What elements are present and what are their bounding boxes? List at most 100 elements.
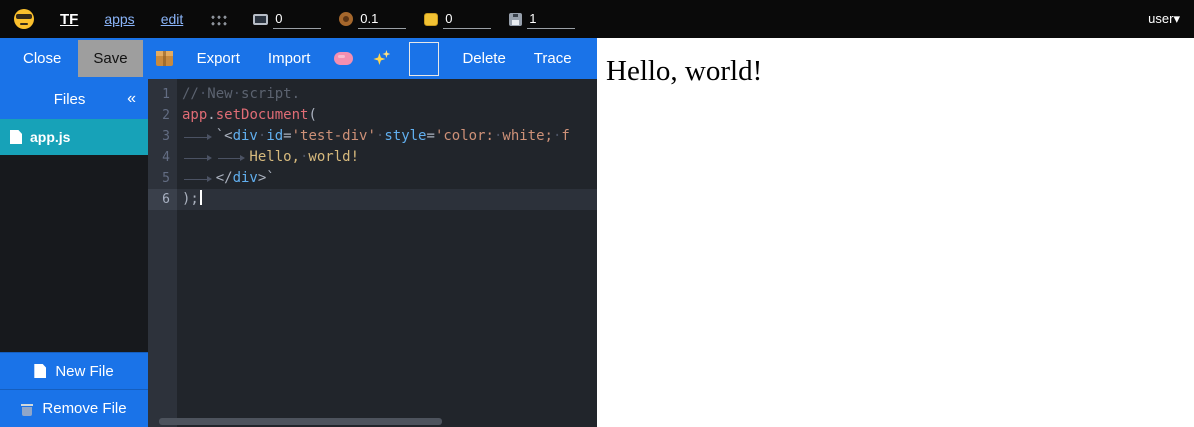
code-token: . — [207, 107, 215, 123]
preview-pane: Hello, world! — [597, 38, 1194, 427]
code-line[interactable]: 4Hello,·world! — [148, 147, 597, 168]
tab-marker — [182, 168, 216, 189]
counter — [424, 9, 491, 29]
code-token: </ — [216, 170, 233, 186]
code-token: f — [561, 128, 569, 144]
horizontal-scrollbar-thumb[interactable] — [159, 418, 442, 425]
topbar: TF apps edit user▾ — [0, 0, 1194, 38]
line-number: 1 — [148, 84, 177, 105]
file-list: app.js — [0, 119, 148, 155]
monitor-icon — [253, 14, 268, 25]
remove-file-button[interactable]: Remove File — [0, 389, 148, 427]
code-line[interactable]: 2app.setDocument( — [148, 105, 597, 126]
new-file-icon — [34, 364, 46, 378]
code-token: · — [233, 86, 241, 102]
coin-icon — [424, 13, 438, 26]
preview-text: Hello, world! — [606, 55, 1194, 88]
code-line[interactable]: 3`<div·id='test-div'·style='color:·white… — [148, 126, 597, 147]
nav-link-edit[interactable]: edit — [161, 11, 184, 27]
code-token: script. — [241, 86, 300, 102]
code-text: </div>` — [177, 168, 275, 189]
code-token: app — [182, 107, 207, 123]
code-token: ` — [216, 128, 224, 144]
editor-pane: Close Save Export Import Delete Trace Fi… — [0, 38, 597, 427]
code-token: 'color: — [435, 128, 494, 144]
code-line[interactable]: 6); — [148, 189, 597, 210]
export-button[interactable]: Export — [186, 44, 251, 73]
file-name: app.js — [30, 129, 70, 145]
new-file-button[interactable]: New File — [0, 352, 148, 389]
code-text: `<div·id='test-div'·style='color:·white;… — [177, 126, 570, 147]
counter — [509, 9, 575, 29]
counter-input[interactable] — [358, 9, 406, 29]
code-text: ); — [177, 189, 202, 210]
code-editor[interactable]: 1//·New·script.2app.setDocument(3`<div·i… — [148, 79, 597, 427]
trace-button[interactable]: Trace — [523, 44, 583, 73]
counter — [339, 9, 406, 29]
nav-link-apps[interactable]: apps — [104, 11, 134, 27]
trash-icon — [21, 402, 33, 416]
code-token: Hello, — [249, 149, 300, 165]
code-token: div — [233, 128, 258, 144]
tab-marker — [216, 147, 250, 168]
file-icon — [10, 130, 22, 144]
text-cursor — [200, 190, 202, 205]
floppy-icon — [509, 13, 522, 26]
smiley-sunglasses-icon[interactable] — [14, 9, 34, 29]
delete-button[interactable]: Delete — [451, 44, 516, 73]
package-button[interactable] — [149, 47, 180, 70]
dots-grid-icon[interactable] — [209, 13, 227, 26]
code-token: < — [224, 128, 232, 144]
file-list-empty-area — [0, 155, 148, 352]
code-token: New — [207, 86, 232, 102]
code-token: ( — [308, 107, 316, 123]
counter — [253, 9, 321, 29]
code-text: app.setDocument( — [177, 105, 317, 126]
code-token: 'test-div' — [292, 128, 376, 144]
editor-body: Files « app.js New File Remove File 1 // ·… — [0, 79, 597, 427]
counter-input[interactable] — [443, 9, 491, 29]
blank-button[interactable] — [409, 42, 439, 76]
brand-link[interactable]: TF — [60, 11, 78, 28]
import-button[interactable]: Import — [257, 44, 322, 73]
soap-button[interactable] — [327, 48, 360, 69]
line-number: 6 — [148, 189, 177, 210]
code-token: ` — [266, 170, 274, 186]
code-token: = — [427, 128, 435, 144]
soap-icon — [334, 52, 353, 65]
counter-input[interactable] — [527, 9, 575, 29]
tab-marker — [182, 126, 216, 147]
sparkles-icon — [373, 50, 390, 67]
code-text: Hello,·world! — [177, 147, 359, 168]
tab-marker — [182, 147, 216, 168]
code-token: // — [182, 86, 199, 102]
code-token: div — [233, 170, 258, 186]
code-text: //·New·script. — [177, 84, 300, 105]
code-token: setDocument — [216, 107, 309, 123]
line-number: 2 — [148, 105, 177, 126]
package-icon — [156, 51, 173, 66]
code-token: world! — [308, 149, 359, 165]
code-token: = — [283, 128, 291, 144]
files-header: Files « — [0, 79, 148, 119]
donut-icon — [339, 12, 353, 26]
collapse-sidebar-button[interactable]: « — [127, 90, 136, 108]
code-line[interactable]: 5</div>` — [148, 168, 597, 189]
user-menu[interactable]: user▾ — [1148, 11, 1180, 27]
remove-file-label: Remove File — [42, 400, 126, 417]
line-number: 5 — [148, 168, 177, 189]
code-token: ); — [182, 191, 199, 207]
save-button[interactable]: Save — [78, 40, 142, 77]
file-item[interactable]: app.js — [0, 119, 148, 155]
close-button[interactable]: Close — [12, 44, 72, 73]
counter-input[interactable] — [273, 9, 321, 29]
line-number: 4 — [148, 147, 177, 168]
new-file-label: New File — [55, 363, 113, 380]
files-header-label: Files — [12, 91, 127, 108]
code-token: style — [384, 128, 426, 144]
topbar-counters — [253, 9, 575, 29]
code-line[interactable]: 1//·New·script. — [148, 84, 597, 105]
sparkles-button[interactable] — [366, 46, 397, 71]
main-area: Close Save Export Import Delete Trace Fi… — [0, 38, 1194, 427]
code-token: id — [266, 128, 283, 144]
